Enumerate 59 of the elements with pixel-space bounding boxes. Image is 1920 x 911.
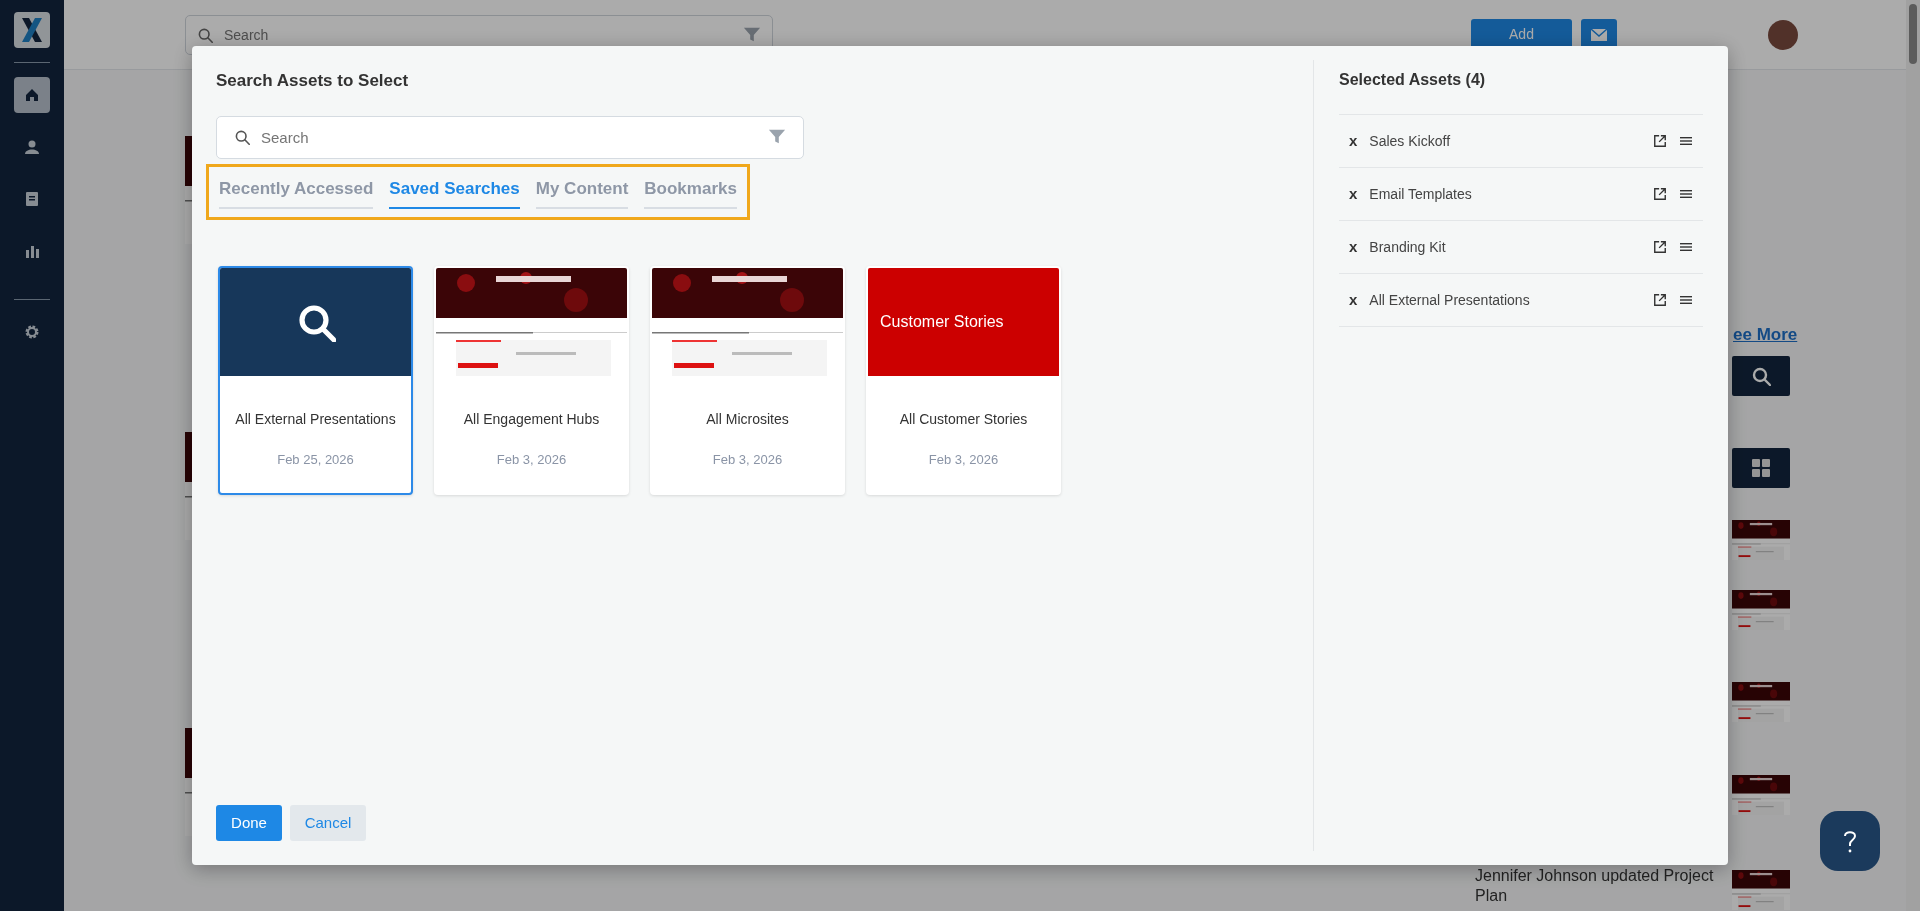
menu-icon	[1679, 187, 1693, 201]
asset-name: All External Presentations	[1369, 290, 1531, 310]
drag-handle[interactable]	[1679, 293, 1693, 307]
remove-button[interactable]: x	[1349, 288, 1358, 312]
card-title: All Engagement Hubs	[462, 410, 601, 429]
drag-handle[interactable]	[1679, 240, 1693, 254]
asset-card[interactable]: All External Presentations Feb 25, 2026	[218, 266, 413, 495]
card-title: All Microsites	[705, 410, 790, 429]
grid-icon	[1751, 458, 1771, 478]
open-button[interactable]	[1653, 134, 1667, 148]
done-button[interactable]: Done	[216, 805, 282, 841]
asset-card[interactable]: All Microsites Feb 3, 2026	[650, 266, 845, 495]
card-date: Feb 3, 2026	[711, 451, 784, 469]
scrollbar[interactable]	[1906, 0, 1920, 911]
external-link-icon	[1653, 240, 1667, 254]
external-link-icon	[1653, 187, 1667, 201]
open-button[interactable]	[1653, 293, 1667, 307]
drag-handle[interactable]	[1679, 187, 1693, 201]
search-field[interactable]: Search	[216, 115, 804, 159]
help-button[interactable]	[1820, 811, 1880, 871]
asset-card[interactable]: Customer Stories All Customer Stories Feb 3, 2026	[866, 266, 1061, 495]
menu-icon	[1679, 134, 1693, 148]
card-date: Feb 3, 2026	[927, 451, 1000, 469]
card-title: All External Presentations	[234, 410, 397, 429]
search-icon	[234, 129, 250, 145]
asset-name: Email Templates	[1369, 184, 1473, 204]
grid-view-button[interactable]	[1732, 448, 1790, 488]
search-icon	[1751, 366, 1771, 386]
person-icon	[23, 138, 41, 156]
sidebar-item[interactable]	[14, 77, 50, 113]
external-link-icon	[1653, 293, 1667, 307]
see-more-link[interactable]: ee More	[1733, 322, 1798, 348]
remove-button[interactable]: x	[1349, 182, 1358, 206]
document-icon	[23, 190, 41, 208]
asset-card[interactable]: All Engagement Hubs Feb 3, 2026	[434, 266, 629, 495]
open-button[interactable]	[1653, 240, 1667, 254]
open-button[interactable]	[1653, 187, 1667, 201]
external-link-icon	[1653, 134, 1667, 148]
asset-name: Branding Kit	[1369, 237, 1447, 257]
menu-icon	[1679, 240, 1693, 254]
filter-icon[interactable]	[768, 128, 786, 146]
card-date: Feb 3, 2026	[495, 451, 568, 469]
drag-handle[interactable]	[1679, 134, 1693, 148]
avatar[interactable]	[1768, 19, 1798, 50]
activity-text: Jennifer Johnson updated Project Plan	[1475, 866, 1715, 906]
panel-title: Selected Assets (4)	[1339, 70, 1487, 90]
dialog-title: Search Assets to Select	[216, 70, 410, 92]
card-date: Feb 25, 2026	[276, 451, 355, 469]
banner-text: Customer Stories	[880, 312, 1004, 332]
home-icon	[23, 86, 41, 104]
search-icon	[197, 26, 213, 43]
settings-icon	[23, 323, 41, 341]
search-button[interactable]	[1732, 356, 1790, 396]
remove-button[interactable]: x	[1349, 235, 1358, 259]
asset-name: Sales Kickoff	[1369, 131, 1452, 151]
logo-icon[interactable]	[14, 12, 50, 48]
remove-button[interactable]: x	[1349, 129, 1358, 153]
card-title: All Customer Stories	[898, 410, 1029, 429]
menu-icon	[1679, 293, 1693, 307]
